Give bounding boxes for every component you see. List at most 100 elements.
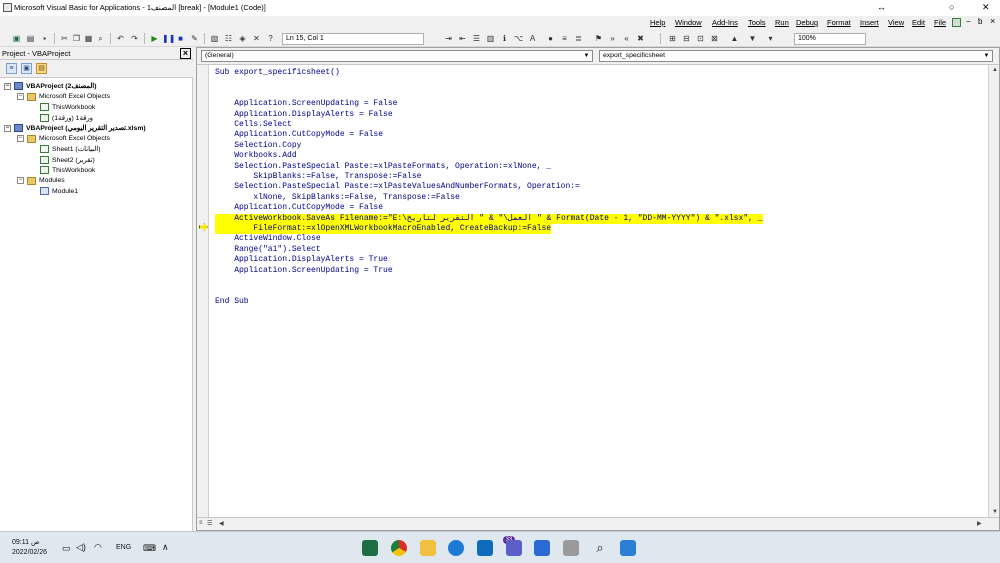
tree-item[interactable]: − Microsoft Excel Objects bbox=[17, 134, 110, 143]
menu-insert[interactable]: Insert bbox=[860, 18, 879, 27]
object-browser-icon[interactable]: ◈ bbox=[238, 34, 247, 43]
task-view-taskbar-icon[interactable] bbox=[563, 540, 579, 556]
code-line[interactable]: Application.ScreenUpdating = False bbox=[215, 99, 397, 109]
collapse-toggle-icon[interactable]: − bbox=[4, 82, 11, 90]
scroll-up-icon[interactable]: ▲ bbox=[992, 67, 998, 73]
run-icon[interactable]: ▶ bbox=[150, 34, 159, 43]
tree-item[interactable]: − Modules bbox=[17, 176, 65, 185]
file-explorer-taskbar-icon[interactable] bbox=[420, 540, 436, 556]
code-line[interactable]: Application.ScreenUpdating = True bbox=[215, 266, 392, 276]
code-line[interactable]: Workbooks.Add bbox=[215, 151, 296, 161]
toggle-breakpoint-icon[interactable]: ● bbox=[546, 34, 555, 43]
menu-window[interactable]: Window bbox=[675, 18, 702, 27]
cut-icon[interactable]: ✂ bbox=[60, 34, 69, 43]
menu-tools[interactable]: Tools bbox=[748, 18, 766, 27]
view-code-icon[interactable]: ≡ bbox=[6, 63, 17, 74]
tree-item[interactable]: ThisWorkbook bbox=[30, 103, 95, 111]
tree-item[interactable]: − VBAProject (المصنف2) bbox=[4, 82, 96, 90]
highlighted-code-line[interactable]: ActiveWorkbook.SaveAs Filename:="E:\العم… bbox=[215, 213, 763, 224]
horizontal-scrollbar[interactable]: ≡ ☰ ◀ ▶ bbox=[197, 517, 999, 530]
menu-run[interactable]: Run bbox=[775, 18, 789, 27]
insert-userform-icon[interactable]: ▤ bbox=[26, 34, 35, 43]
menu-edit[interactable]: Edit bbox=[912, 18, 925, 27]
scroll-down-icon[interactable]: ▼ bbox=[992, 509, 998, 515]
code-line[interactable]: Selection.PasteSpecial Paste:=xlPasteVal… bbox=[215, 182, 580, 192]
menu-view[interactable]: View bbox=[888, 18, 904, 27]
uncomment-block-icon[interactable]: ≣ bbox=[574, 34, 583, 43]
clear-bookmarks-icon[interactable]: ✖ bbox=[636, 34, 645, 43]
windows-start-icon[interactable] bbox=[620, 540, 636, 556]
outdent-icon[interactable]: ⇤ bbox=[458, 34, 467, 43]
full-module-view-icon[interactable]: ☰ bbox=[207, 520, 212, 527]
quick-info-icon[interactable]: ℹ bbox=[500, 34, 509, 43]
show-hidden-icons[interactable]: ∧ bbox=[162, 542, 169, 553]
tree-item[interactable]: Module1 bbox=[30, 187, 78, 195]
volume-icon[interactable]: ◁) bbox=[76, 542, 86, 553]
edge-taskbar-icon[interactable] bbox=[448, 540, 464, 556]
code-line[interactable]: Application.DisplayAlerts = True bbox=[215, 255, 388, 265]
reset-icon[interactable]: ■ bbox=[176, 34, 185, 43]
code-line[interactable]: Selection.PasteSpecial Paste:=xlPasteFor… bbox=[215, 162, 551, 172]
tree-item[interactable]: Sheet2 (تقرير) bbox=[30, 155, 95, 164]
align-dropdown-icon[interactable]: ▾ bbox=[766, 34, 775, 43]
tree-item[interactable]: ورقة1 (ورقة1) bbox=[30, 113, 93, 122]
complete-word-icon[interactable]: A bbox=[528, 34, 537, 43]
tree-item[interactable]: − VBAProject (تصدير التقرير اليومي.xlsm) bbox=[4, 124, 146, 132]
zoom-field[interactable]: 100% bbox=[794, 33, 866, 45]
code-line[interactable]: ActiveWindow.Close bbox=[215, 234, 320, 244]
menu-file[interactable]: File bbox=[934, 18, 946, 27]
paste-icon[interactable]: ▦ bbox=[84, 34, 93, 43]
code-line[interactable]: Application.CutCopyMode = False bbox=[215, 203, 383, 213]
code-line[interactable]: End Sub bbox=[215, 297, 249, 307]
userform-center-icon[interactable]: ⊟ bbox=[682, 34, 691, 43]
code-line[interactable]: SkipBlanks:=False, Transpose:=False bbox=[215, 172, 421, 182]
tree-item[interactable]: − Microsoft Excel Objects bbox=[17, 92, 110, 101]
userform-size-icon[interactable]: ⊡ bbox=[696, 34, 705, 43]
tree-item[interactable]: ThisWorkbook bbox=[30, 166, 95, 174]
clock-time[interactable]: 09:11 ص bbox=[12, 538, 39, 546]
maximize-icon[interactable]: ○ bbox=[949, 2, 954, 12]
language-indicator[interactable]: ENG bbox=[116, 544, 131, 551]
procedure-combo[interactable]: export_specificsheet ▼ bbox=[599, 50, 993, 62]
search-icon[interactable]: ⌕ bbox=[592, 540, 608, 556]
help-icon[interactable]: ? bbox=[266, 34, 275, 43]
menu-format[interactable]: Format bbox=[827, 18, 851, 27]
userform-group-icon[interactable]: ⊠ bbox=[710, 34, 719, 43]
toolbox-icon[interactable]: ✕ bbox=[252, 34, 261, 43]
break-icon[interactable]: ❚❚ bbox=[162, 34, 175, 43]
scroll-right-icon[interactable]: ▶ bbox=[977, 520, 982, 527]
battery-icon[interactable]: ▭ bbox=[62, 543, 71, 554]
code-line[interactable]: Sub export_specificsheet() bbox=[215, 68, 340, 78]
code-line[interactable]: Range("a1").Select bbox=[215, 245, 320, 255]
save-icon[interactable]: ▪ bbox=[40, 34, 49, 43]
close-window-icon[interactable]: ✕ bbox=[982, 2, 990, 13]
code-line[interactable]: Selection.Copy bbox=[215, 141, 301, 151]
collapse-toggle-icon[interactable]: − bbox=[17, 177, 24, 184]
prev-bookmark-icon[interactable]: « bbox=[622, 34, 631, 43]
menu-debug[interactable]: Debug bbox=[796, 18, 818, 27]
code-margin[interactable] bbox=[197, 65, 209, 517]
scroll-left-icon[interactable]: ◀ bbox=[219, 520, 224, 527]
menu-add-ins[interactable]: Add-Ins bbox=[712, 18, 738, 27]
next-bookmark-icon[interactable]: » bbox=[608, 34, 617, 43]
keyboard-icon[interactable]: ⌨ bbox=[143, 543, 156, 554]
userform-align-icon[interactable]: ⊞ bbox=[668, 34, 677, 43]
teams-taskbar-icon[interactable] bbox=[506, 540, 522, 556]
chrome-taskbar-icon[interactable] bbox=[391, 540, 407, 556]
properties-icon[interactable]: ☷ bbox=[224, 34, 233, 43]
copy-icon[interactable]: ❐ bbox=[72, 34, 81, 43]
redo-icon[interactable]: ↷ bbox=[130, 34, 139, 43]
object-combo[interactable]: (General) ▼ bbox=[201, 50, 593, 62]
restore-icon[interactable]: ↔ bbox=[877, 2, 886, 12]
excel-taskbar-icon[interactable] bbox=[362, 540, 378, 556]
outlook-taskbar-icon[interactable] bbox=[477, 540, 493, 556]
list-constants-icon[interactable]: ▥ bbox=[486, 34, 495, 43]
indent-icon[interactable]: ⇥ bbox=[444, 34, 453, 43]
bring-front-icon[interactable]: ▲ bbox=[730, 34, 739, 43]
view-object-icon[interactable]: ▣ bbox=[21, 63, 32, 74]
toggle-folders-icon[interactable]: ▤ bbox=[36, 63, 47, 74]
doc-restore-icon[interactable]: ƅ bbox=[978, 17, 982, 26]
vertical-scrollbar[interactable]: ▲ ▼ bbox=[988, 65, 999, 517]
parameter-info-icon[interactable]: ⌥ bbox=[514, 34, 523, 43]
code-editor[interactable]: Sub export_specificsheet() Application.S… bbox=[215, 68, 985, 513]
